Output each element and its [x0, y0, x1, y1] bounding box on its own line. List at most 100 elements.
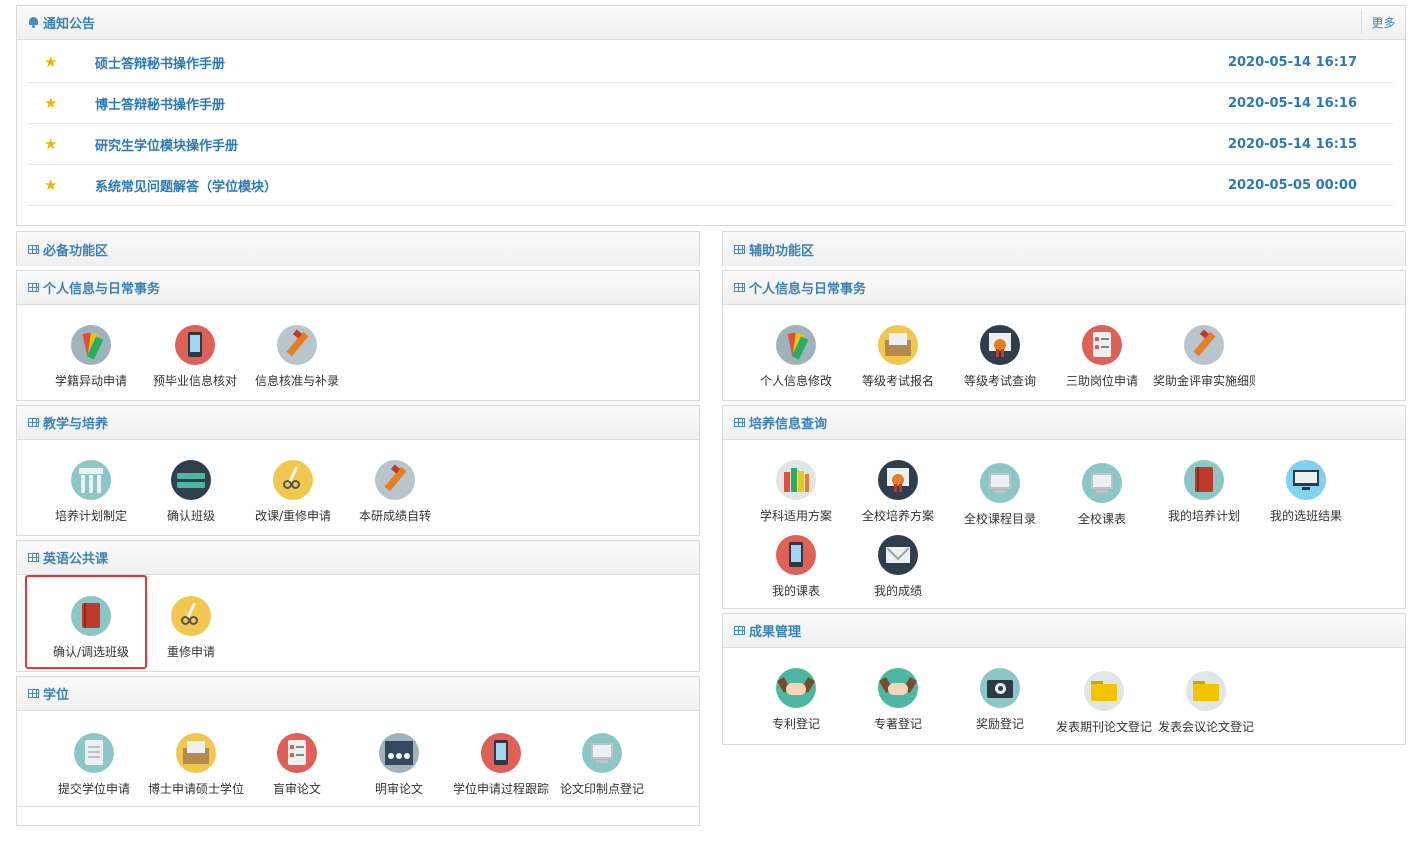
degree-panel: 学位 提交学位申请 博士申请硕士学位 盲审论文 明审论文 学位申请过程跟踪 论文… — [16, 676, 700, 826]
patent-register-item[interactable]: 专利登记 — [745, 668, 847, 732]
notice-item[interactable]: ★ 博士答辩秘书操作手册 2020-05-14 16:16 — [27, 83, 1393, 124]
checklist-icon — [1082, 325, 1122, 365]
phone-icon — [776, 535, 816, 575]
scholarship-rules-item[interactable]: 奖助金评审实施细则 — [1153, 325, 1255, 389]
notice-title: 通知公告 — [43, 17, 96, 32]
teaching-header: 教学与培养 — [17, 406, 699, 440]
divider — [17, 806, 699, 807]
open-review-item[interactable]: 明审论文 — [348, 733, 450, 797]
notice-item-title[interactable]: 博士答辩秘书操作手册 — [95, 94, 225, 113]
scissors-icon — [171, 596, 211, 636]
star-icon: ★ — [44, 53, 58, 71]
grid-icon — [734, 283, 745, 292]
award-register-item[interactable]: 奖励登记 — [949, 668, 1051, 732]
submit-degree-apply-item[interactable]: 提交学位申请 — [43, 733, 145, 797]
degree-progress-item[interactable]: 学位申请过程跟踪 — [450, 733, 552, 797]
right-personal-header: 个人信息与日常事务 — [723, 271, 1405, 305]
grid-icon — [734, 244, 745, 254]
conference-paper-item[interactable]: 发表会议论文登记 — [1155, 671, 1257, 735]
checklist-icon — [277, 733, 317, 773]
item-label: 等级考试查询 — [963, 374, 1036, 388]
color-swatch-icon — [71, 325, 111, 365]
my-grades-item[interactable]: 我的成绩 — [847, 535, 949, 599]
school-timetable-item[interactable]: 全校课表 — [1051, 463, 1153, 527]
results-header: 成果管理 — [723, 614, 1405, 648]
english-panel: 英语公共课 确认/调选班级 重修申请 — [16, 540, 700, 672]
my-training-plan-item[interactable]: 我的培养计划 — [1153, 460, 1255, 524]
degree-header: 学位 — [17, 677, 699, 711]
document-icon — [74, 733, 114, 773]
item-label: 博士申请硕士学位 — [147, 782, 244, 796]
results-title: 成果管理 — [749, 625, 802, 640]
item-label: 确认班级 — [166, 509, 215, 523]
phd-master-degree-item[interactable]: 博士申请硕士学位 — [145, 733, 247, 797]
degree-title: 学位 — [43, 688, 70, 703]
grid-icon — [28, 553, 39, 562]
item-label: 专利登记 — [771, 717, 820, 731]
grid-icon — [28, 283, 39, 292]
edit-personal-info-item[interactable]: 个人信息修改 — [745, 325, 847, 389]
blind-review-item[interactable]: 盲审论文 — [246, 733, 348, 797]
thesis-print-item[interactable]: 论文印制点登记 — [551, 733, 653, 797]
notice-item[interactable]: ★ 研究生学位模块操作手册 2020-05-14 16:15 — [27, 124, 1393, 165]
item-label: 学位申请过程跟踪 — [452, 782, 549, 796]
notice-item-date: 2020-05-05 00:00 — [1227, 177, 1357, 193]
phone-icon — [481, 733, 521, 773]
grade-transfer-item[interactable]: 本研成绩自转 — [344, 460, 446, 524]
change-retake-item[interactable]: 改课/重修申请 — [242, 460, 344, 524]
my-class-result-item[interactable]: 我的选班结果 — [1255, 460, 1357, 524]
notice-item-title[interactable]: 硕士答辩秘书操作手册 — [95, 53, 225, 72]
retake-apply-item[interactable]: 重修申请 — [140, 596, 242, 660]
camera-icon — [980, 668, 1020, 708]
grid-icon — [28, 244, 39, 254]
building-icon — [71, 460, 111, 500]
training-query-title: 培养信息查询 — [749, 417, 828, 432]
item-label: 改课/重修申请 — [254, 509, 332, 523]
training-query-panel: 培养信息查询 学科适用方案 全校培养方案 全校课程目录 全校课表 我的培养计划 … — [722, 405, 1406, 609]
teaching-title: 教学与培养 — [43, 417, 109, 432]
monograph-register-item[interactable]: 专著登记 — [847, 668, 949, 732]
exam-query-item[interactable]: 等级考试查询 — [949, 325, 1051, 389]
notice-item[interactable]: ★ 硕士答辩秘书操作手册 2020-05-14 16:17 — [27, 42, 1393, 83]
star-icon: ★ — [44, 135, 58, 153]
handshake-icon — [776, 668, 816, 708]
notice-item-title[interactable]: 研究生学位模块操作手册 — [95, 135, 238, 154]
confirm-adjust-class-item[interactable]: 确认/调选班级 — [40, 596, 142, 660]
english-header: 英语公共课 — [17, 541, 699, 575]
more-link[interactable]: 更多 — [1361, 10, 1405, 34]
bell-icon — [28, 17, 39, 28]
monitor-icon — [582, 733, 622, 773]
course-catalog-item[interactable]: 全校课程目录 — [949, 463, 1051, 527]
certificate-icon — [980, 325, 1020, 365]
notice-item-title[interactable]: 系统常见问题解答（学位模块） — [95, 176, 277, 195]
confirm-class-item[interactable]: 确认班级 — [140, 460, 242, 524]
item-label: 全校培养方案 — [861, 509, 934, 523]
pre-graduation-check-item[interactable]: 预毕业信息核对 — [144, 325, 246, 389]
discipline-plan-item[interactable]: 学科适用方案 — [745, 460, 847, 524]
notice-panel: 通知公告 更多 ★ 硕士答辩秘书操作手册 2020-05-14 16:17 ★ … — [16, 5, 1406, 226]
journal-paper-item[interactable]: 发表期刊论文登记 — [1053, 671, 1155, 735]
server-icon — [171, 460, 211, 500]
desktop-icon — [1286, 460, 1326, 500]
training-query-header: 培养信息查询 — [723, 406, 1405, 440]
folder-icon — [1186, 671, 1226, 711]
right-personal-panel: 个人信息与日常事务 个人信息修改 等级考试报名 等级考试查询 三助岗位申请 奖助… — [722, 270, 1406, 401]
notice-item[interactable]: ★ 系统常见问题解答（学位模块） 2020-05-05 00:00 — [27, 165, 1393, 206]
required-header: 必备功能区 — [17, 232, 699, 266]
aux-section: 辅助功能区 — [722, 231, 1406, 266]
monitor-icon — [1082, 463, 1122, 503]
item-label: 我的选班结果 — [1269, 509, 1342, 523]
school-training-plan-item[interactable]: 全校培养方案 — [847, 460, 949, 524]
left-personal-header: 个人信息与日常事务 — [17, 271, 699, 305]
item-label: 奖助金评审实施细则 — [1153, 374, 1255, 388]
my-timetable-item[interactable]: 我的课表 — [745, 535, 847, 599]
training-plan-item[interactable]: 培养计划制定 — [40, 460, 142, 524]
status-change-apply-item[interactable]: 学籍异动申请 — [40, 325, 142, 389]
assistant-post-item[interactable]: 三助岗位申请 — [1051, 325, 1153, 389]
exam-register-item[interactable]: 等级考试报名 — [847, 325, 949, 389]
info-verify-item[interactable]: 信息核准与补录 — [246, 325, 348, 389]
item-label: 发表期刊论文登记 — [1055, 720, 1152, 734]
item-label: 我的培养计划 — [1167, 509, 1240, 523]
grid-icon — [28, 418, 39, 427]
phone-icon — [175, 325, 215, 365]
